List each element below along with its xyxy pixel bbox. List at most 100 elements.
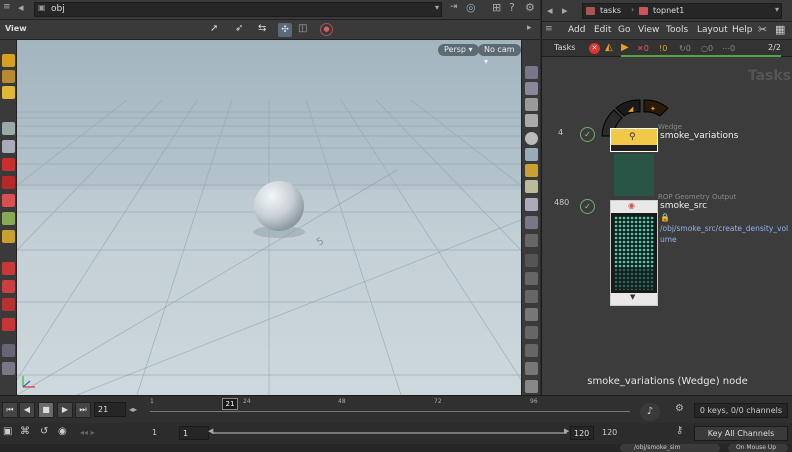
cook-output-icon[interactable]: ▶ — [621, 43, 629, 53]
close-tool-icon[interactable] — [525, 114, 538, 127]
menu-edit[interactable]: Edit — [594, 25, 611, 35]
range-handle-left[interactable]: ◀ — [208, 428, 213, 435]
realtime-icon[interactable]: ▣ — [3, 427, 12, 437]
menu-layout[interactable]: Layout — [697, 25, 728, 35]
range-handle-right[interactable]: ▶ — [564, 428, 569, 435]
transform-icon[interactable]: ⇆ — [258, 24, 266, 34]
snap-icon[interactable]: ✣ — [278, 23, 292, 37]
sphere-object[interactable] — [254, 181, 304, 231]
node-smoke-src[interactable]: ◉ ▼ — [610, 200, 658, 306]
geometry-tool-icon[interactable] — [2, 86, 15, 99]
red-tool-3-icon[interactable] — [2, 194, 15, 207]
jump-start-button[interactable]: ⏮ — [2, 402, 18, 418]
keyframe-options-icon[interactable]: ⚙ — [675, 404, 684, 414]
magnet-tool-2-icon[interactable] — [2, 280, 15, 293]
menu-tools[interactable]: Tools — [666, 25, 688, 35]
view-corner-icon[interactable] — [525, 380, 538, 393]
key-all-channels-button[interactable]: Key All Channels — [694, 426, 788, 441]
pin-icon[interactable]: ⇥ — [450, 3, 458, 12]
light-2-icon[interactable] — [525, 180, 538, 193]
yellow-tool-icon[interactable] — [2, 230, 15, 243]
network-path-field[interactable]: ▣ obj ▾ — [34, 2, 442, 17]
menu-add[interactable]: Add — [568, 25, 585, 35]
loop-icon[interactable]: ↺ — [40, 427, 48, 437]
chevron-down-icon[interactable]: ▼ — [630, 294, 635, 301]
back-arrow-icon[interactable]: ◂ — [547, 5, 553, 16]
no-cam-menu[interactable]: No cam ▾ — [478, 44, 521, 66]
camera-tool-icon[interactable] — [525, 66, 538, 79]
menu-help[interactable]: Help — [732, 25, 753, 35]
background-icon[interactable] — [525, 198, 538, 211]
key-icon[interactable]: ⚷ — [676, 426, 683, 436]
play-button[interactable]: ▶ — [57, 402, 73, 418]
back-arrow-icon[interactable]: ◂ — [18, 2, 24, 13]
object-tool-icon[interactable] — [2, 70, 15, 83]
select-tool-icon[interactable] — [2, 122, 15, 135]
shading-icon[interactable] — [525, 148, 538, 161]
global-anim-icon[interactable]: ⌘ — [20, 427, 30, 437]
node-smoke-variations[interactable]: ⚲ — [610, 128, 658, 152]
box-icon[interactable] — [525, 344, 538, 357]
lock-tool-icon[interactable] — [2, 140, 15, 153]
green-tool-icon[interactable] — [2, 212, 15, 225]
cancel-cook-icon[interactable]: ✕ — [589, 43, 600, 54]
chevron-down-icon[interactable]: ▾ — [435, 4, 439, 12]
current-frame-field[interactable]: 21 — [94, 402, 126, 417]
chevron-down-icon[interactable]: ▾ — [775, 6, 779, 14]
viewer-menu-icon[interactable]: ▸ — [527, 24, 532, 33]
guide-icon[interactable] — [525, 234, 538, 247]
magnet-tool-4-icon[interactable] — [2, 318, 15, 331]
range-end-field[interactable]: 120 — [570, 426, 594, 440]
measure-icon[interactable] — [525, 362, 538, 375]
timeline-cursor[interactable]: 21 — [222, 398, 238, 410]
red-tool-2-icon[interactable] — [2, 176, 15, 189]
jump-end-button[interactable]: ⏭ — [75, 402, 91, 418]
3d-viewport[interactable]: 5 Persp ▾ No cam ▾ — [17, 40, 521, 395]
magnet-tool-1-icon[interactable] — [2, 262, 15, 275]
pane-options-icon[interactable]: ⚙ — [525, 2, 535, 13]
cook-icon[interactable]: ◭ — [605, 43, 613, 53]
work-items-grid-pending[interactable] — [614, 268, 654, 290]
pane-menu-icon[interactable]: ≡ — [545, 25, 553, 34]
display-tool-icon[interactable] — [2, 344, 15, 357]
grid-icon[interactable] — [525, 216, 538, 229]
magnet-tool-3-icon[interactable] — [2, 298, 15, 311]
audio-icon[interactable]: ♪ — [640, 403, 660, 421]
select-arrow-icon[interactable]: ➚ — [210, 24, 218, 34]
tab-topnet[interactable]: topnet1 — [653, 6, 684, 15]
range-slider[interactable] — [212, 432, 567, 434]
grid-layout-icon[interactable]: ▦ — [775, 24, 785, 35]
sphere-display-icon[interactable] — [525, 132, 538, 145]
link-icon[interactable]: ◎ — [466, 2, 476, 13]
update-mode[interactable]: On Mouse Up — [728, 444, 788, 452]
forward-arrow-icon[interactable]: ▸ — [562, 5, 568, 16]
work-items-grid[interactable] — [614, 216, 654, 268]
render-tool-icon[interactable] — [2, 362, 15, 375]
status-path[interactable]: /obj/smoke_sim — [620, 444, 720, 452]
fps-icon[interactable]: ◉ — [58, 427, 67, 437]
select-group-icon[interactable]: ➶ — [235, 24, 243, 34]
network-path-field[interactable]: tasks › topnet1 ▾ — [582, 3, 782, 19]
step-arrows-icon[interactable]: ◂▸ — [129, 405, 137, 414]
pane-menu-icon[interactable]: ≡ — [3, 3, 11, 12]
lock-view-icon[interactable] — [525, 98, 538, 111]
view-tool-icon[interactable] — [525, 82, 538, 95]
stop-button[interactable]: ■ — [38, 402, 54, 418]
warning-tool-icon[interactable] — [2, 54, 15, 67]
split-pane-icon[interactable]: ⊞ — [492, 2, 501, 13]
light-icon[interactable] — [525, 164, 538, 177]
tools-wrench-icon[interactable]: ✂ — [758, 24, 767, 35]
red-tool-1-icon[interactable] — [2, 158, 15, 171]
brush-icon[interactable] — [525, 290, 538, 303]
step-back-button[interactable]: ◀ — [19, 402, 35, 418]
stop-render-icon[interactable]: ● — [320, 23, 333, 36]
help-icon[interactable]: ? — [509, 2, 515, 13]
pen-icon[interactable] — [525, 272, 538, 285]
tab-tasks[interactable]: tasks — [600, 6, 621, 15]
range-start-field[interactable]: 1 — [179, 426, 209, 440]
display-options-icon[interactable]: ◫ — [298, 24, 307, 34]
handle-icon[interactable] — [525, 326, 538, 339]
timeline-track[interactable]: 1 24 48 72 96 21 — [150, 398, 630, 422]
menu-view[interactable]: View — [638, 25, 659, 35]
menu-go[interactable]: Go — [618, 25, 630, 35]
